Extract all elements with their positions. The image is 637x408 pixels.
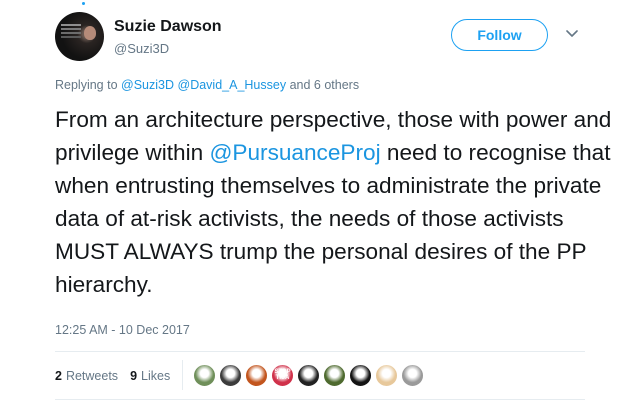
reply-mention-david[interactable]: @David_A_Hussey	[178, 78, 287, 92]
top-dot	[82, 2, 85, 5]
likes-count: 9	[130, 369, 138, 383]
avatar-glasses-icon[interactable]	[375, 363, 398, 387]
reply-suffix[interactable]: and 6 others	[290, 78, 360, 92]
stats-separator	[182, 360, 183, 390]
tweet-text: From an architecture perspective, those …	[55, 103, 615, 301]
reply-prefix: Replying to	[55, 78, 118, 92]
reply-context: Replying to @Suzi3D @David_A_Hussey and …	[55, 78, 359, 92]
retweets-count: 2	[55, 369, 62, 383]
tweet-timestamp[interactable]: 12:25 AM - 10 Dec 2017	[55, 323, 190, 337]
avatar-face	[84, 26, 96, 40]
avatar-dark-icon[interactable]	[297, 363, 320, 387]
avatar-black-icon[interactable]	[349, 363, 372, 387]
chevron-down-icon[interactable]	[566, 29, 578, 39]
likers-list: STOP TISA	[193, 362, 427, 388]
follow-button[interactable]: Follow	[451, 19, 548, 51]
reply-mention-suzi3d[interactable]: @Suzi3D	[121, 78, 174, 92]
likes-label: Likes	[141, 369, 171, 383]
display-name[interactable]: Suzie Dawson	[114, 18, 222, 36]
avatar-text-art	[61, 24, 81, 26]
divider-top	[55, 351, 585, 352]
avatar-sunset-icon[interactable]	[245, 363, 268, 387]
divider-bottom	[55, 399, 585, 400]
avatar[interactable]	[55, 12, 104, 61]
retweets-label: Retweets	[65, 369, 119, 383]
avatar-grey-icon[interactable]	[401, 363, 424, 387]
avatar-green-icon[interactable]	[323, 363, 346, 387]
avatar-landscape-icon[interactable]	[193, 363, 216, 387]
retweets-stat[interactable]: 2 Retweets	[55, 369, 118, 383]
user-handle[interactable]: @Suzi3D	[114, 41, 169, 56]
avatar-badge-icon[interactable]: STOP TISA	[271, 363, 294, 387]
liker-badge-text: STOP TISA	[274, 369, 291, 381]
avatar-portrait-icon[interactable]	[219, 363, 242, 387]
tweet-mention-pursuanceproj[interactable]: @PursuanceProj	[209, 140, 380, 165]
engagement-stats: 2 Retweets 9 Likes	[55, 366, 182, 386]
likes-stat[interactable]: 9 Likes	[130, 369, 170, 383]
